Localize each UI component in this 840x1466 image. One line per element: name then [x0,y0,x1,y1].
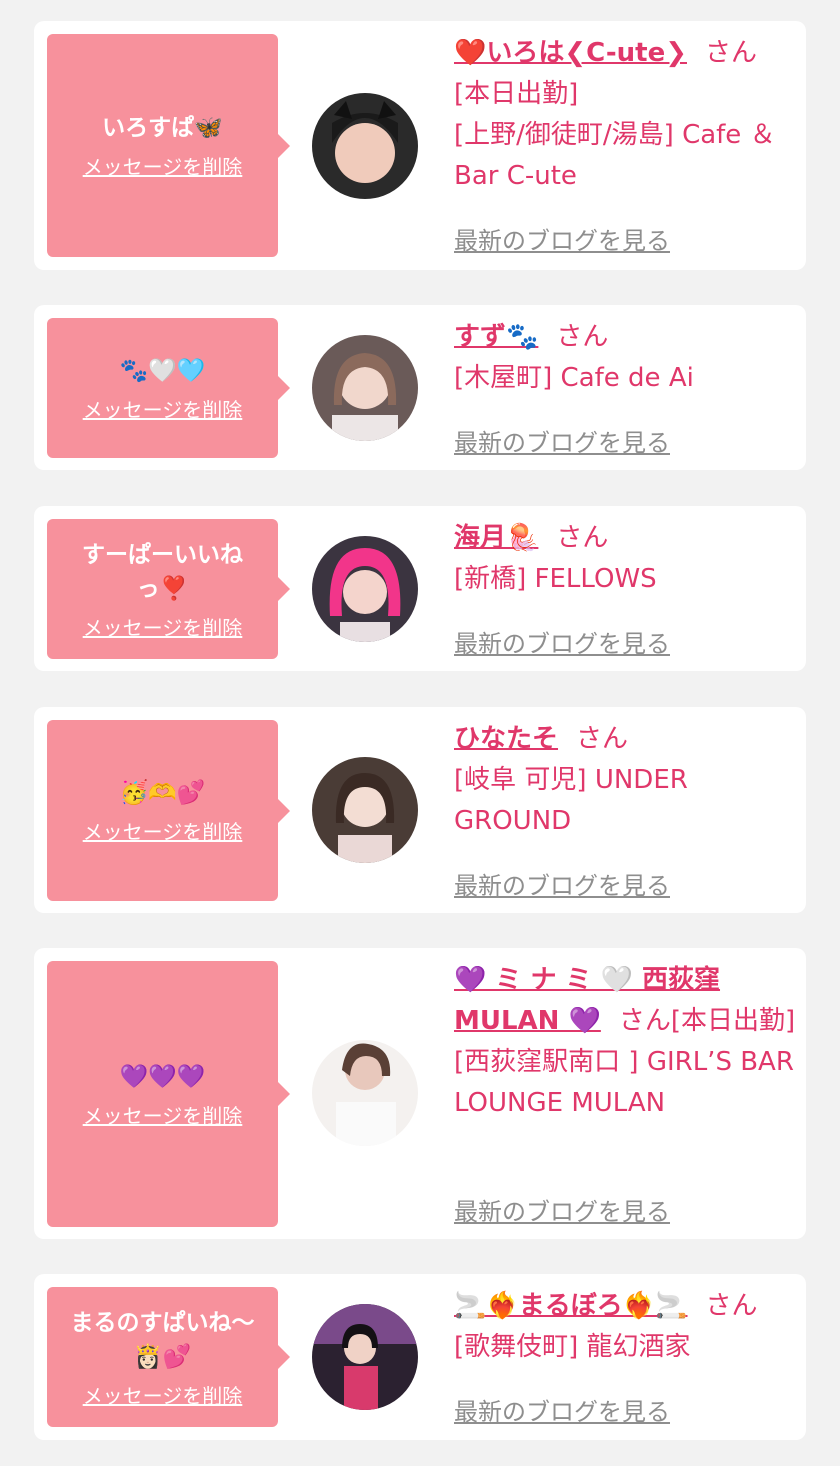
delete-message-link[interactable]: メッセージを削除 [83,151,243,180]
shop-text: [上野/御徒町/湯島] Cafe ＆Bar C-ute [454,120,776,191]
delete-message-link[interactable]: メッセージを削除 [83,816,243,845]
cast-name-link[interactable]: 海月🪼 [454,523,538,553]
cast-info: すず🐾 さん [木屋町] Cafe de Ai [454,317,794,399]
status-text: [本日出勤] [670,1006,796,1036]
avatar[interactable] [312,1304,418,1410]
message-bubble: 🥳🫶💕 メッセージを削除 [47,720,290,901]
honorific: さん [618,1006,671,1036]
honorific: さん [705,1291,758,1321]
cast-name-link[interactable]: ❤️いろは❮C-ute❯ [454,38,687,68]
message-text: 🥳🫶💕 [119,780,206,806]
avatar[interactable] [312,335,418,441]
message-bubble: すーぱーいいねっ❣️ メッセージを削除 [47,519,290,659]
delete-message-link[interactable]: メッセージを削除 [83,612,243,641]
message-card: 🥳🫶💕 メッセージを削除 ひなたそ さん [岐阜 可児] UNDER GROUND… [34,707,806,913]
avatar[interactable] [312,536,418,642]
message-bubble: いろすぱ🦋 メッセージを削除 [47,34,290,257]
message-list: いろすぱ🦋 メッセージを削除 ❤️いろは❮C-ute❯ さん [本日出勤] [上野… [0,0,840,1466]
avatar[interactable] [312,757,418,863]
shop-text: [木屋町] Cafe de Ai [454,363,694,393]
message-bubble: 🐾🤍🩵 メッセージを削除 [47,318,290,458]
message-text: 🐾🤍🩵 [119,357,206,384]
latest-blog-link[interactable]: 最新のブログを見る [454,866,670,901]
latest-blog-link[interactable]: 最新のブログを見る [454,624,670,659]
message-card: 💜💜💜 メッセージを削除 💜 ミ ナ ミ 🤍 西荻窪 MULAN 💜 さん[本日出… [34,948,806,1239]
cast-info: 🚬❤️‍🔥まるぼろ❤️‍🔥🚬 さん [歌舞伎町] 龍幻酒家 [454,1286,794,1368]
cast-name-link[interactable]: すず🐾 [454,322,538,352]
honorific: さん [705,38,758,68]
shop-text: [西荻窪駅南口 ] GIRL’S BAR LOUNGE MULAN [454,1047,794,1118]
honorific: さん [576,724,629,754]
cast-name-link[interactable]: 🚬❤️‍🔥まるぼろ❤️‍🔥🚬 [454,1291,688,1321]
latest-blog-link[interactable]: 最新のブログを見る [454,221,670,256]
cast-info: ❤️いろは❮C-ute❯ さん [本日出勤] [上野/御徒町/湯島] Cafe ＆… [454,33,794,197]
avatar[interactable] [312,1040,418,1146]
latest-blog-link[interactable]: 最新のブログを見る [454,423,670,458]
cast-info: 海月🪼 さん [新橋] FELLOWS [454,518,794,600]
message-card: まるのすぱいね〜👸🏻💕 メッセージを削除 🚬❤️‍🔥まるぼろ❤️‍🔥🚬 さん [歌… [34,1274,806,1440]
latest-blog-link[interactable]: 最新のブログを見る [454,1192,670,1227]
message-card: いろすぱ🦋 メッセージを削除 ❤️いろは❮C-ute❯ さん [本日出勤] [上野… [34,21,806,270]
delete-message-link[interactable]: メッセージを削除 [83,394,243,423]
shop-text: [新橋] FELLOWS [454,564,657,594]
cast-info: 💜 ミ ナ ミ 🤍 西荻窪 MULAN 💜 さん[本日出勤] [西荻窪駅南口 ] … [454,960,804,1124]
shop-text: [歌舞伎町] 龍幻酒家 [454,1332,691,1362]
cast-name-link[interactable]: ひなたそ [454,724,558,754]
honorific: さん [556,523,609,553]
message-text: 💜💜💜 [119,1063,206,1090]
message-card: 🐾🤍🩵 メッセージを削除 すず🐾 さん [木屋町] Cafe de Ai 最新のブ… [34,305,806,470]
message-card: すーぱーいいねっ❣️ メッセージを削除 海月🪼 さん [新橋] FELLOWS 最… [34,506,806,671]
message-text: まるのすぱいね〜👸🏻💕 [70,1309,255,1370]
shop-text: [岐阜 可児] UNDER GROUND [454,765,688,836]
latest-blog-link[interactable]: 最新のブログを見る [454,1392,670,1427]
avatar[interactable] [312,93,418,199]
cast-info: ひなたそ さん [岐阜 可児] UNDER GROUND [454,719,794,842]
honorific: さん [556,322,609,352]
message-bubble: まるのすぱいね〜👸🏻💕 メッセージを削除 [47,1287,290,1427]
message-text: いろすぱ🦋 [102,115,223,141]
status-text: [本日出勤] [454,79,579,109]
delete-message-link[interactable]: メッセージを削除 [83,1100,243,1129]
delete-message-link[interactable]: メッセージを削除 [83,1380,243,1409]
message-text: すーぱーいいねっ❣️ [82,541,243,602]
message-bubble: 💜💜💜 メッセージを削除 [47,961,290,1227]
